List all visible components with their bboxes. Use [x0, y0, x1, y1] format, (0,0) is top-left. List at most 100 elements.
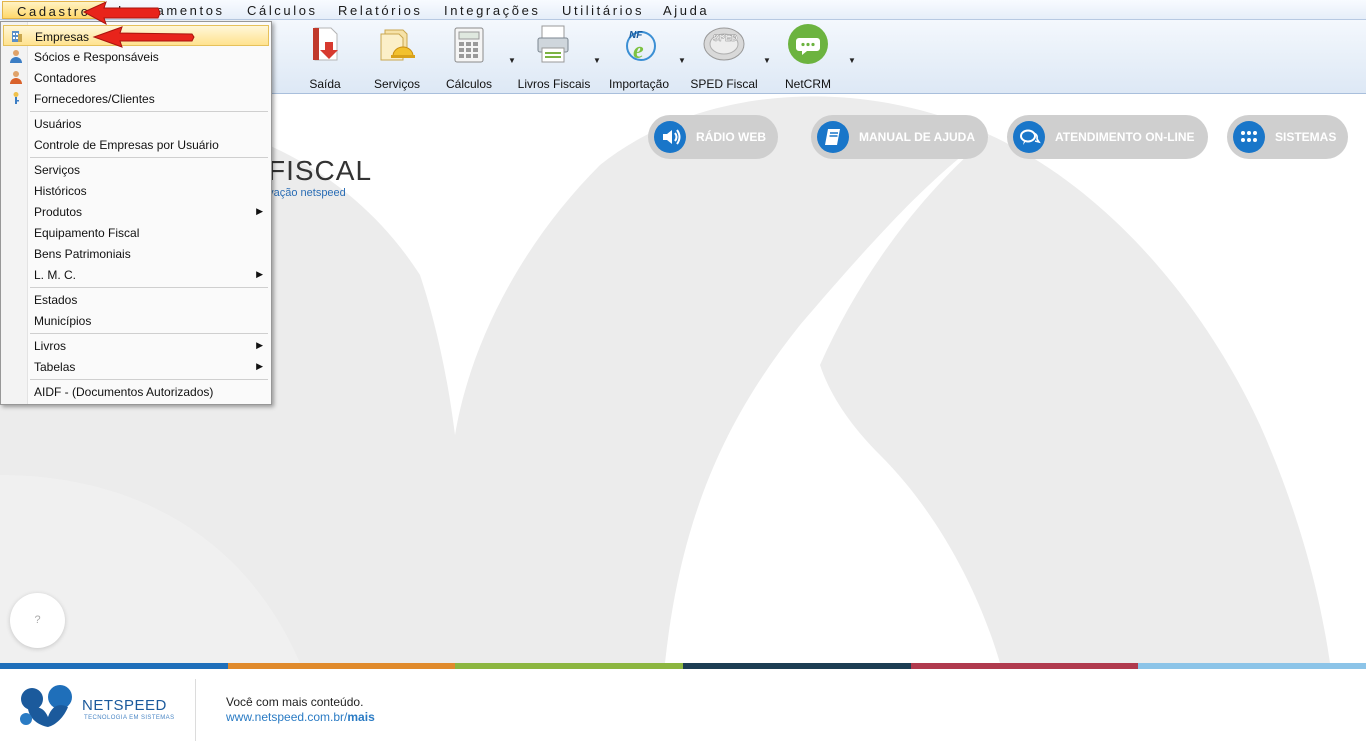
menu-separator	[30, 333, 268, 334]
submenu-arrow-icon: ▶	[256, 269, 263, 279]
toolbar-importacao-button[interactable]: NF e Importação	[599, 22, 679, 91]
red-pointer-arrow-icon	[92, 26, 195, 48]
radio-web-label: RÁDIO WEB	[696, 130, 766, 144]
toolbar-servicos-label: Serviços	[373, 77, 420, 91]
manual-de-ajuda-button[interactable]: MANUAL DE AJUDA	[811, 115, 988, 159]
menu-item-label: Equipamento Fiscal	[34, 226, 140, 240]
toolbar-sped-fiscal-label: SPED Fiscal	[690, 77, 758, 91]
footer-divider	[195, 679, 196, 741]
menu-item-label: Bens Patrimoniais	[34, 247, 131, 261]
menu-item-fornecedores-clientes[interactable]: Fornecedores/Clientes	[3, 88, 269, 109]
brand-tagline: TECNOLOGIA EM SISTEMAS	[84, 715, 175, 721]
sped-disc-icon: SPED	[703, 27, 745, 61]
product-logo-subtitle: ovação netspeed	[262, 187, 346, 199]
menu-item-controle-empresas-usuario[interactable]: Controle de Empresas por Usuário	[3, 134, 269, 155]
svg-text:e: e	[633, 38, 644, 64]
toolbar-netcrm-button[interactable]: NetCRM	[768, 22, 848, 91]
menu-item-bens-patrimoniais[interactable]: Bens Patrimoniais	[3, 243, 269, 264]
menu-item-label: Usuários	[34, 117, 82, 131]
menu-separator	[30, 379, 268, 380]
book-icon	[817, 121, 849, 153]
footer-slogan: Você com mais conteúdo.	[226, 695, 364, 709]
menu-item-label: Livros	[34, 339, 67, 353]
toolbar-importacao-label: Importação	[608, 77, 670, 91]
key-person-icon	[13, 92, 19, 104]
svg-text:SPED: SPED	[713, 33, 738, 43]
netcrm-dropdown-caret[interactable]: ▼	[848, 56, 856, 65]
submenu-arrow-icon: ▶	[256, 361, 263, 371]
red-pointer-arrow-icon	[82, 1, 161, 26]
menu-item-lmc[interactable]: L. M. C. ▶	[3, 264, 269, 285]
menu-item-historicos[interactable]: Históricos	[3, 180, 269, 201]
menu-item-label: Tabelas	[34, 360, 76, 374]
toolbar-saida-button[interactable]: Saída	[285, 22, 365, 91]
menu-item-municipios[interactable]: Municípios	[3, 310, 269, 331]
help-bubble-button[interactable]: ?	[10, 593, 65, 648]
calculator-icon	[454, 27, 484, 63]
menu-relatorios[interactable]: Relatórios	[338, 3, 423, 18]
menu-separator	[30, 287, 268, 288]
person-icon	[10, 71, 22, 84]
sistemas-button[interactable]: SISTEMAS	[1227, 115, 1348, 159]
atendimento-online-button[interactable]: ATENDIMENTO ON-LINE	[1007, 115, 1208, 159]
footer-link[interactable]: www.netspeed.com.br/mais	[226, 710, 375, 724]
toolbar-saida-label: Saída	[309, 77, 341, 91]
menu-integracoes[interactable]: Integrações	[444, 3, 541, 18]
netspeed-logo-icon	[20, 685, 72, 727]
chat-bubble-icon	[788, 24, 828, 64]
cadastros-dropdown-menu: Empresas Sócios e Responsáveis Contadore…	[0, 21, 272, 405]
building-icon	[12, 31, 22, 42]
menu-item-label: Sócios e Responsáveis	[34, 50, 159, 64]
menu-utilitarios[interactable]: Utilitários	[562, 3, 644, 18]
people-icon	[10, 50, 22, 63]
toolbar-sped-fiscal-button[interactable]: SPED SPED Fiscal	[684, 22, 764, 91]
menu-calculos[interactable]: Cálculos	[247, 3, 318, 18]
toolbar-livros-fiscais-button[interactable]: Livros Fiscais	[514, 22, 594, 91]
toolbar-servicos-button[interactable]: Serviços	[357, 22, 437, 91]
application-window: FISCAL ovação netspeed RÁDIO WEB MANUAL …	[0, 0, 1366, 745]
menu-item-equipamento-fiscal[interactable]: Equipamento Fiscal	[3, 222, 269, 243]
menu-item-label: Empresas	[35, 30, 90, 44]
document-red-arrow-icon	[313, 27, 338, 61]
menu-ajuda[interactable]: Ajuda	[663, 3, 709, 18]
menu-separator	[30, 157, 268, 158]
menu-item-servicos[interactable]: Serviços	[3, 159, 269, 180]
menu-item-label: Estados	[34, 293, 78, 307]
sistemas-label: SISTEMAS	[1275, 130, 1337, 144]
toolbar-livros-fiscais-label: Livros Fiscais	[517, 77, 591, 91]
toolbar-netcrm-label: NetCRM	[784, 77, 831, 91]
grid-dots-icon	[1233, 121, 1265, 153]
menu-item-label: AIDF - (Documentos Autorizados)	[34, 385, 214, 399]
submenu-arrow-icon: ▶	[256, 340, 263, 350]
nfe-icon: NF e	[626, 30, 656, 64]
toolbar-calculos-label: Cálculos	[445, 77, 493, 91]
menu-item-label: Produtos	[34, 205, 83, 219]
menu-item-tabelas[interactable]: Tabelas ▶	[3, 356, 269, 377]
menu-item-aidf[interactable]: AIDF - (Documentos Autorizados)	[3, 381, 269, 402]
brand-name: NETSPEED	[82, 697, 167, 714]
speaker-icon	[654, 121, 686, 153]
toolbar-calculos-button[interactable]: Cálculos	[429, 22, 509, 91]
product-logo-text: FISCAL	[268, 155, 373, 186]
menu-item-usuarios[interactable]: Usuários	[3, 113, 269, 134]
menu-item-contadores[interactable]: Contadores	[3, 67, 269, 88]
menu-item-label: Municípios	[34, 314, 92, 328]
manual-de-ajuda-label: MANUAL DE AJUDA	[859, 130, 976, 144]
footer: NETSPEED TECNOLOGIA EM SISTEMAS Você com…	[0, 669, 1366, 745]
menu-item-label: Fornecedores/Clientes	[34, 92, 155, 106]
menu-item-label: L. M. C.	[34, 268, 77, 282]
menu-item-label: Contadores	[34, 71, 97, 85]
menu-item-livros[interactable]: Livros ▶	[3, 335, 269, 356]
documents-helmet-icon	[380, 29, 415, 61]
menu-item-label: Serviços	[34, 163, 81, 177]
footer-link-bold: mais	[347, 710, 375, 724]
atendimento-online-label: ATENDIMENTO ON-LINE	[1055, 130, 1195, 144]
menu-item-label: Históricos	[34, 184, 87, 198]
menu-item-socios-e-responsaveis[interactable]: Sócios e Responsáveis	[3, 46, 269, 67]
radio-web-button[interactable]: RÁDIO WEB	[648, 115, 778, 159]
menu-separator	[30, 111, 268, 112]
menu-bar: Cadastros Lançamentos Cálculos Relatório…	[0, 0, 1366, 20]
menu-item-produtos[interactable]: Produtos ▶	[3, 201, 269, 222]
menu-item-estados[interactable]: Estados	[3, 289, 269, 310]
submenu-arrow-icon: ▶	[256, 206, 263, 216]
